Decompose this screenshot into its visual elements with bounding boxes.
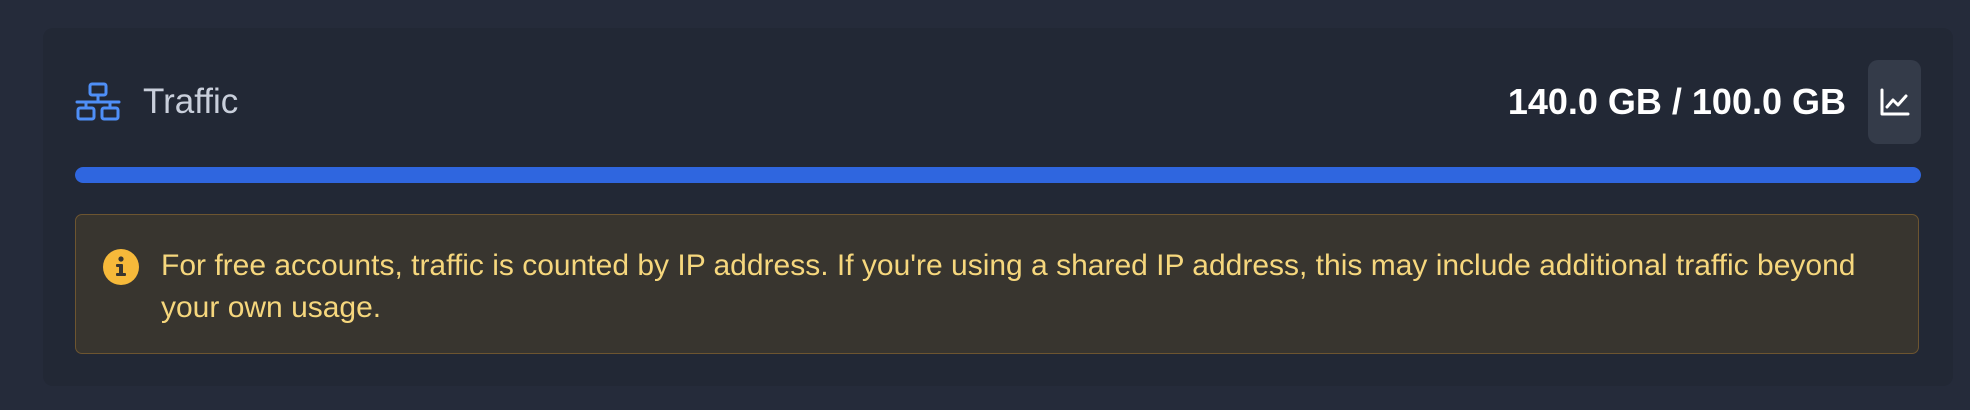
traffic-chart-button[interactable] [1868,60,1921,144]
notice-text: For free accounts, traffic is counted by… [161,249,1856,324]
card-title: Traffic [143,82,239,121]
traffic-progress-bar [75,167,1921,183]
info-icon [103,249,139,285]
traffic-usage: 140.0 GB / 100.0 GB [1507,81,1846,122]
line-chart-icon [1880,88,1909,116]
free-account-notice: For free accounts, traffic is counted by… [75,214,1919,354]
network-icon [75,82,121,121]
traffic-card: Traffic 140.0 GB / 100.0 GB For free acc… [43,28,1953,386]
traffic-progress-fill [75,167,1921,183]
traffic-header: Traffic 140.0 GB / 100.0 GB [75,60,1921,145]
